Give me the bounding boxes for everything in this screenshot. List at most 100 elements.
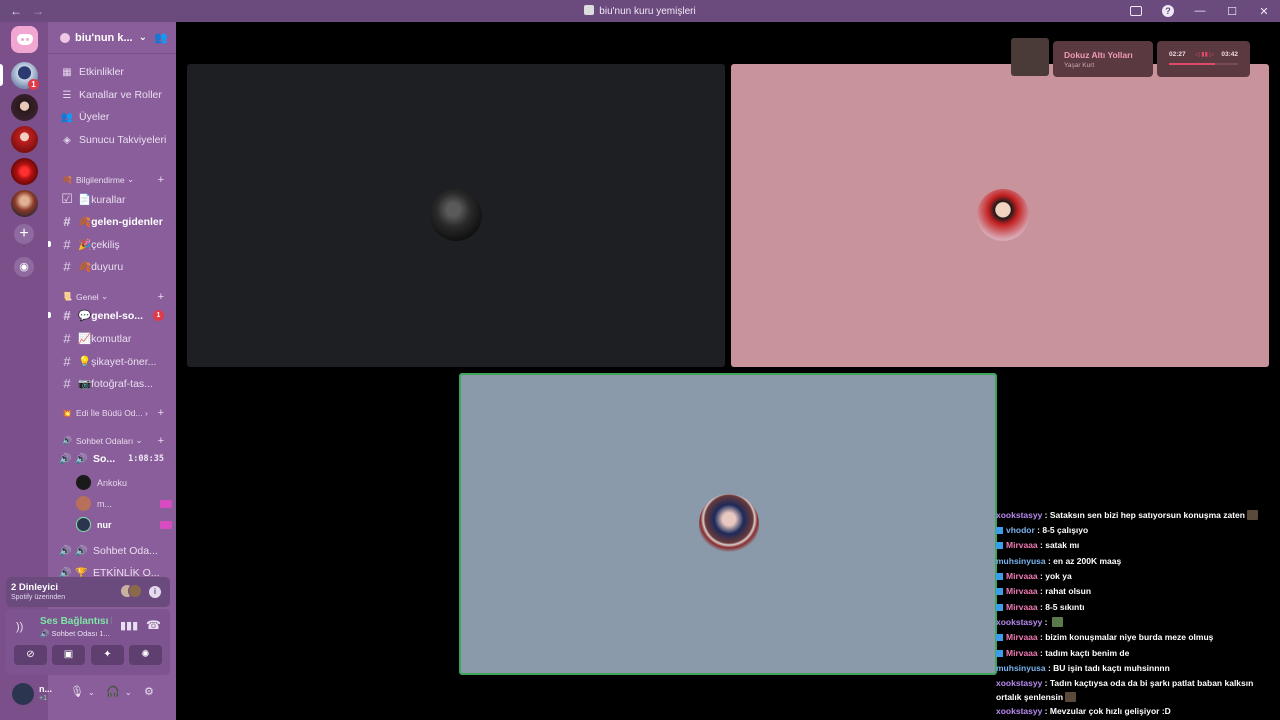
category-bilgilendirme[interactable]: 🍂 Bilgilendirme ⌄ + <box>48 174 176 186</box>
chat-text: : tadım kaçtı benim de <box>1037 648 1130 658</box>
add-server-button[interactable]: + <box>14 224 34 244</box>
create-channel-icon[interactable]: + <box>158 435 164 447</box>
close-button[interactable]: ✕ <box>1248 5 1280 18</box>
category-label: Edi İle Büdü Od... <box>76 408 143 418</box>
maximize-button[interactable]: ☐ <box>1216 5 1248 18</box>
voice-member[interactable]: nur <box>76 517 172 532</box>
mention-badge: 1 <box>153 310 164 321</box>
channel-duyuru[interactable]: # 🍂duyuru <box>48 259 176 274</box>
discover-compass-icon[interactable]: ◉ <box>14 257 34 277</box>
window-title: biu'nun kuru yemişleri <box>0 5 1280 17</box>
chat-message: muhsinyusa : BU işin tadı kaçtı muhsinnn… <box>996 661 1276 675</box>
minimize-button[interactable]: — <box>1184 5 1216 17</box>
emote-icon <box>1246 510 1258 520</box>
chevron-down-icon[interactable]: ⌄ <box>88 688 95 697</box>
avatar <box>76 496 91 511</box>
voice-channel-2[interactable]: 🔊 🔊 Sohbet Oda... <box>48 545 176 557</box>
menu-members[interactable]: 👥 Üyeler <box>48 111 176 123</box>
menu-boosts[interactable]: ◈ Sunucu Takviyeleri <box>48 134 176 146</box>
chat-text: : BU işin tadı kaçtı muhsinnnn <box>1045 663 1170 673</box>
platform-badge-icon <box>996 527 1003 534</box>
channel-genel-sohbet[interactable]: # 💬genel-so... 1 <box>48 308 176 323</box>
server-avatar-5[interactable] <box>11 190 38 217</box>
invite-people-icon[interactable]: 👥 <box>154 31 168 44</box>
create-channel-icon[interactable]: + <box>158 291 164 303</box>
streaming-icon <box>160 499 172 508</box>
listeners-title: 2 Dinleyici <box>11 582 58 593</box>
category-label: Bilgilendirme <box>76 174 125 185</box>
participant-tile-1[interactable] <box>187 64 725 367</box>
track-progress-bar[interactable] <box>1169 63 1238 65</box>
channel-sikayet[interactable]: # 💡şikayet-öner... <box>48 354 176 369</box>
disconnect-icon[interactable]: ☎ <box>146 618 161 632</box>
camera-off-button[interactable]: ⊘ <box>14 645 47 665</box>
album-cover <box>1011 38 1049 76</box>
server-avatar-2[interactable] <box>11 94 38 121</box>
window-title-text: biu'nun kuru yemişleri <box>599 6 696 17</box>
category-emoji-icon: 🍂 <box>62 175 72 184</box>
listener-avatars <box>120 584 144 598</box>
screen-share-button[interactable]: ▣ <box>52 645 85 665</box>
chat-username: vhodor <box>1006 525 1035 535</box>
spotify-listeners-panel[interactable]: 2 Dinleyici Spotify üzerinden i <box>6 577 170 607</box>
channel-gelen-gidenler[interactable]: # 🍂gelen-gidenler <box>48 214 176 229</box>
voice-connected-label: Ses Bağlantısı K <box>40 616 112 627</box>
chat-text: : satak mı <box>1037 540 1080 550</box>
user-avatar[interactable] <box>12 683 34 705</box>
chat-message: Mirvaaa : tadım kaçtı benim de <box>996 646 1276 660</box>
create-channel-icon[interactable]: + <box>158 174 164 186</box>
help-icon[interactable]: ? <box>1162 5 1174 17</box>
category-sohbet[interactable]: 🔊 Sohbet Odaları ⌄ + <box>48 435 176 447</box>
category-edi[interactable]: 💥 Edi İle Büdü Od... › + <box>48 407 176 419</box>
participant-tile-3-speaking[interactable] <box>459 373 997 675</box>
channel-komutlar[interactable]: # 📈komutlar <box>48 331 176 346</box>
activities-button[interactable]: ✦ <box>91 645 124 665</box>
playback-controls-icon[interactable]: ◁ ▮▮ ▷ <box>1195 51 1214 58</box>
chat-message: muhsinyusa : en az 200K maaş <box>996 554 1276 568</box>
speaker-icon: 🔊 <box>62 436 72 445</box>
channel-kurallar[interactable]: ☑ 📄kurallar <box>48 191 176 207</box>
chat-username: xookstasyy <box>996 510 1043 520</box>
signal-icon[interactable]: )) <box>16 621 23 633</box>
create-channel-icon[interactable]: + <box>158 407 164 419</box>
chevron-down-icon[interactable]: ⌄ <box>125 688 132 697</box>
channel-fotograf[interactable]: # 📷fotoğraf-tas... <box>48 376 176 391</box>
chat-username: xookstasyy <box>996 617 1043 627</box>
home-button[interactable] <box>11 26 38 53</box>
chat-message: Mirvaaa : 8-5 sıkıntı <box>996 600 1276 614</box>
chat-message: xookstasyy : Tadın kaçtıysa oda da bi şa… <box>996 676 1276 704</box>
category-genel[interactable]: 📜 Genel ⌄ + <box>48 291 176 303</box>
channel-label: 📷fotoğraf-tas... <box>78 378 153 390</box>
speaker-icon: 🔊 <box>75 453 88 465</box>
soundboard-button[interactable]: ✺ <box>129 645 162 665</box>
category-emoji-icon: 💥 <box>62 408 72 418</box>
rules-channel-icon: ☑ <box>61 191 73 206</box>
inbox-icon[interactable] <box>1130 6 1142 16</box>
voice-member[interactable]: m... <box>76 496 172 511</box>
chat-username: Mirvaaa <box>1006 540 1038 550</box>
microphone-icon[interactable]: 🎙 <box>70 685 84 698</box>
server-header[interactable]: biu'nun k... ⌄ 👥 <box>48 22 176 54</box>
settings-gear-icon[interactable]: ⚙ <box>144 685 154 698</box>
server-avatar-4[interactable] <box>11 158 38 185</box>
voice-connection-panel: )) Ses Bağlantısı K 🔊 Sohbet Odası 1... … <box>6 609 170 675</box>
hash-icon: # <box>63 376 71 391</box>
channel-cekilis[interactable]: # 🎉çekiliş <box>48 237 176 252</box>
platform-badge-icon <box>996 604 1003 611</box>
participant-tile-2[interactable] <box>731 64 1269 367</box>
voice-member[interactable]: Ankoku <box>76 475 172 490</box>
noise-suppression-icon[interactable]: ▮▮▮ <box>120 619 138 632</box>
voice-channel-active[interactable]: 🔊 🔊 So... 1:08:35 <box>48 453 176 465</box>
headphones-icon[interactable]: 🎧 <box>106 685 120 698</box>
voice-channel-info[interactable]: 🔊 Sohbet Odası 1... <box>40 629 112 638</box>
chevron-down-icon: ⌄ <box>138 32 148 43</box>
info-icon[interactable]: i <box>149 586 161 598</box>
spotify-track-card[interactable]: Dokuz Altı Yolları Yaşar Kurt <box>1053 41 1153 77</box>
menu-events[interactable]: ▦ Etkinlikler <box>48 66 176 78</box>
server-home-icon <box>60 32 70 43</box>
menu-channels-roles[interactable]: ☰ Kanallar ve Roller <box>48 89 176 101</box>
channel-label: 🍂duyuru <box>78 261 124 273</box>
server-avatar-3[interactable] <box>11 126 38 153</box>
chat-username: muhsinyusa <box>996 663 1046 673</box>
channel-label: 💡şikayet-öner... <box>78 356 157 368</box>
